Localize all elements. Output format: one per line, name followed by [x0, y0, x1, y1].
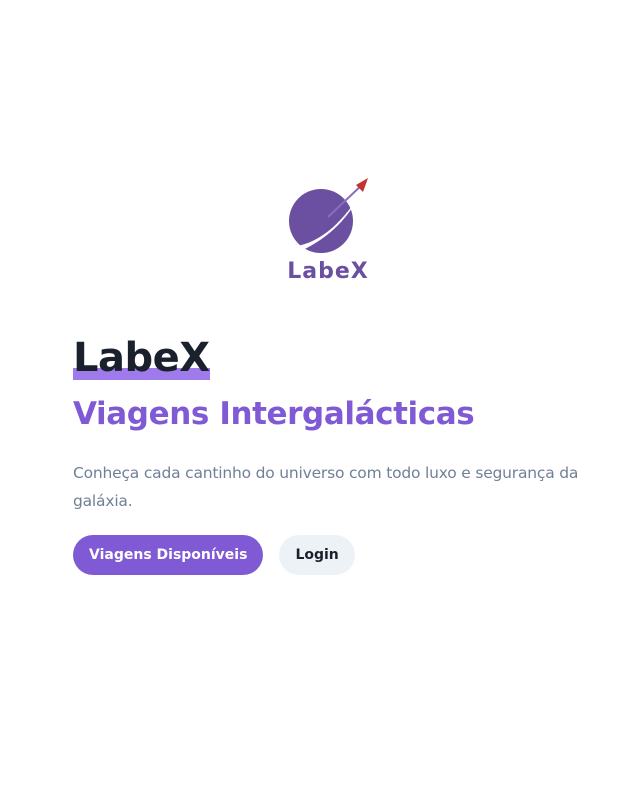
page-subtitle: Viagens Intergalácticas — [73, 396, 475, 432]
hero-section: LabeX Viagens Intergalácticas Conheça ca… — [73, 332, 593, 575]
brand-heading-text: LabeX — [73, 335, 210, 381]
brand-heading: LabeX — [73, 332, 210, 384]
available-trips-button[interactable]: Viagens Disponíveis — [73, 535, 264, 575]
hero-buttons: Viagens Disponíveis Login — [73, 535, 593, 575]
login-button[interactable]: Login — [279, 535, 355, 575]
labex-logo: LabeX — [276, 175, 380, 285]
planet-rocket-icon: LabeX — [287, 178, 369, 284]
logo-text: LabeX — [287, 259, 369, 284]
hero-description: Conheça cada cantinho do universo com to… — [73, 464, 579, 510]
